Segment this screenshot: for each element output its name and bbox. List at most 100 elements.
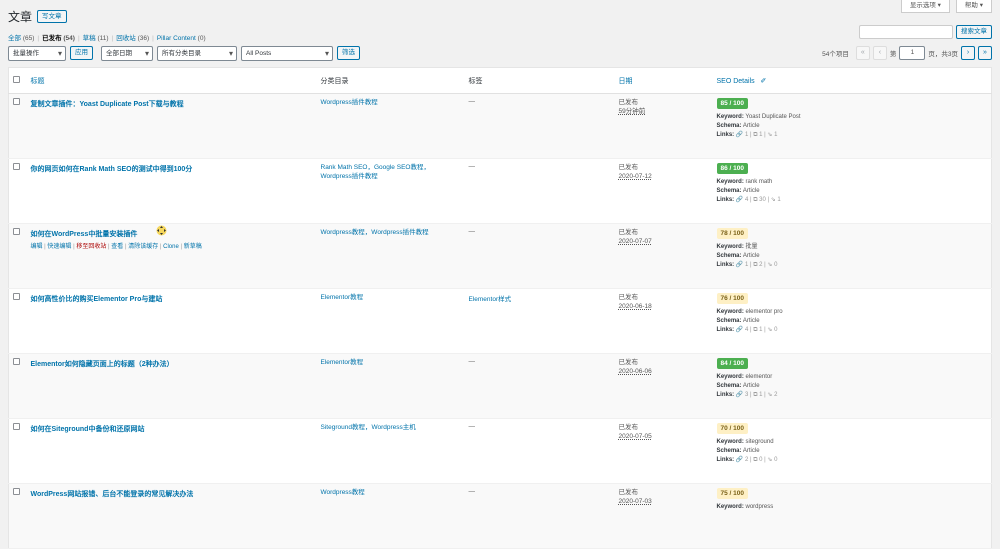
tag-value[interactable]: Elementor样式 xyxy=(469,296,512,303)
tags-cell: Elementor样式 xyxy=(464,288,615,354)
post-date: 2020-06-06 xyxy=(618,368,652,375)
row-checkbox[interactable] xyxy=(13,228,20,235)
categories-cell: Wordpress插件教程 xyxy=(316,93,465,159)
view-separator: | xyxy=(111,35,114,42)
date-filter-select[interactable]: 全部日期 xyxy=(101,45,153,61)
category-link[interactable]: Wordpress教程，Wordpress插件教程 xyxy=(321,229,429,236)
search-input[interactable] xyxy=(859,25,953,39)
category-link[interactable]: Wordpress教程 xyxy=(321,489,365,496)
category-link[interactable]: Siteground教程，Wordpress主机 xyxy=(321,424,416,431)
schema-label: Schema: xyxy=(716,253,742,259)
schema-value: Article xyxy=(742,253,760,259)
keyword-label: Keyword: xyxy=(716,244,744,250)
schema-value: Article xyxy=(742,123,760,129)
links-label: Links: xyxy=(716,132,735,138)
table-row: Elementor如何隐藏页面上的标题（2种办法） Elementor教程 — 已发布… xyxy=(8,353,992,419)
view-trash[interactable]: 回收站 (36) xyxy=(116,35,149,42)
view-pillar-content[interactable]: Pillar Content (0) xyxy=(157,35,206,42)
tags-cell: — xyxy=(464,353,615,419)
view-published[interactable]: 已发布 (54) xyxy=(42,35,75,42)
links-label: Links: xyxy=(716,457,735,463)
view-drafts-count: (11) xyxy=(97,35,109,42)
screen-options-button[interactable]: 显示选项 ▾ xyxy=(900,0,950,13)
column-date-label[interactable]: 日期 xyxy=(619,78,633,85)
post-title-link[interactable]: 如何在Siteground中备份和还原网站 xyxy=(31,424,313,434)
posts-filter-select[interactable]: All Posts xyxy=(241,45,333,61)
category-link[interactable]: Wordpress插件教程 xyxy=(321,99,378,106)
prev-page-button: ‹ xyxy=(872,46,887,60)
post-status: 已发布 xyxy=(618,99,639,106)
tag-value: — xyxy=(468,423,476,430)
edit-link[interactable]: 编辑 xyxy=(31,244,43,250)
row-checkbox[interactable] xyxy=(13,358,20,365)
keyword-label: Keyword: xyxy=(716,114,744,120)
seo-keyword: Keyword: siteground xyxy=(717,438,988,446)
column-title[interactable]: 标题 xyxy=(26,67,317,94)
add-new-post-button[interactable]: 写文章 xyxy=(37,10,67,23)
first-page-button: « xyxy=(855,46,870,60)
post-title-link[interactable]: 如何在WordPress中批量安装插件 xyxy=(31,229,313,239)
post-title-link[interactable]: Elementor如何隐藏页面上的标题（2种办法） xyxy=(31,359,313,369)
view-link[interactable]: 查看 xyxy=(111,244,123,250)
post-title-link[interactable]: WordPress网站报错、后台不能登录的常见解决办法 xyxy=(31,489,313,499)
next-page-button[interactable]: › xyxy=(961,46,975,60)
last-page-button[interactable]: » xyxy=(978,46,992,60)
select-all-checkbox[interactable] xyxy=(13,76,20,83)
links-label: Links: xyxy=(716,197,735,203)
new-draft-link[interactable]: 新草稿 xyxy=(184,244,202,250)
row-checkbox[interactable] xyxy=(13,98,20,105)
search-posts-button[interactable]: 搜索文章 xyxy=(956,25,992,39)
tag-value: — xyxy=(468,488,476,495)
row-checkbox[interactable] xyxy=(13,423,20,430)
links-value: 🔗 1 | ⧉ 1 | ⇘ 1 xyxy=(735,132,778,138)
post-date: 2020-07-07 xyxy=(618,238,652,245)
view-drafts[interactable]: 草稿 (11) xyxy=(83,35,109,42)
date-cell: 已发布 2020-07-03 xyxy=(614,483,713,549)
category-link[interactable]: Elementor教程 xyxy=(321,359,364,366)
category-filter-select[interactable]: 所有分类目录 xyxy=(157,45,237,61)
view-all[interactable]: 全部 (65) xyxy=(8,35,34,42)
post-title-link[interactable]: 如何高性价比的购买Elementor Pro与建站 xyxy=(31,294,313,304)
row-checkbox[interactable] xyxy=(13,293,20,300)
tags-cell: — xyxy=(464,158,615,224)
seo-schema: Schema: Article xyxy=(717,382,988,390)
column-date[interactable]: 日期 xyxy=(614,67,713,94)
page-title: 文章 xyxy=(8,10,33,24)
post-title-link[interactable]: 复制文章插件：Yoast Duplicate Post下载与教程 xyxy=(31,99,313,109)
row-checkbox[interactable] xyxy=(13,163,20,170)
column-seo-label[interactable]: SEO Details xyxy=(717,78,755,85)
filter-button[interactable]: 筛选 xyxy=(337,46,360,60)
tags-cell: — xyxy=(464,93,615,159)
quick-edit-link[interactable]: 快速编辑 xyxy=(47,244,71,250)
apply-button[interactable]: 应用 xyxy=(70,46,93,60)
title-cell: 如何高性价比的购买Elementor Pro与建站 xyxy=(26,288,317,354)
current-page-input[interactable]: 1 xyxy=(899,46,926,60)
schema-label: Schema: xyxy=(716,448,742,454)
category-link[interactable]: Rank Math SEO，Google SEO教程，Wordpress插件教程 xyxy=(321,164,430,180)
seo-cell: 85 / 100 Keyword: Yoast Duplicate Post Sch… xyxy=(712,93,992,159)
seo-schema: Schema: Article xyxy=(717,447,988,455)
post-title-link[interactable]: 你的网页如何在Rank Math SEO的测试中得到100分 xyxy=(31,164,313,174)
trash-link[interactable]: 移至回收站 xyxy=(76,244,106,250)
title-cell: 如何在Siteground中备份和还原网站 xyxy=(26,418,317,484)
view-pillar-count: (0) xyxy=(197,35,206,42)
category-link[interactable]: Elementor教程 xyxy=(321,294,364,301)
date-cell: 已发布 2020-07-12 xyxy=(614,158,713,224)
title-cell: Elementor如何隐藏页面上的标题（2种办法） xyxy=(26,353,317,419)
column-title-label[interactable]: 标题 xyxy=(31,78,45,85)
seo-schema: Schema: Article xyxy=(717,317,988,325)
edit-seo-icon[interactable]: ✐ xyxy=(760,78,766,85)
post-date: 2020-07-12 xyxy=(618,173,652,180)
view-published-label: 已发布 xyxy=(42,35,62,42)
schema-label: Schema: xyxy=(716,188,742,194)
row-checkbox[interactable] xyxy=(13,488,20,495)
row-checkbox-cell xyxy=(8,353,27,419)
title-cell: 复制文章插件：Yoast Duplicate Post下载与教程 xyxy=(26,93,317,159)
help-button[interactable]: 帮助 ▾ xyxy=(955,0,992,13)
clone-link[interactable]: Clone xyxy=(163,244,179,250)
purge-cache-link[interactable]: 清除该缓存 xyxy=(128,244,158,250)
column-tags: 标签 xyxy=(464,67,615,94)
keyword-value: wordpress xyxy=(745,504,774,510)
bulk-action-select[interactable]: 批量操作 xyxy=(8,45,66,61)
links-value: 🔗 1 | ⧉ 2 | ⇘ 0 xyxy=(735,262,778,268)
